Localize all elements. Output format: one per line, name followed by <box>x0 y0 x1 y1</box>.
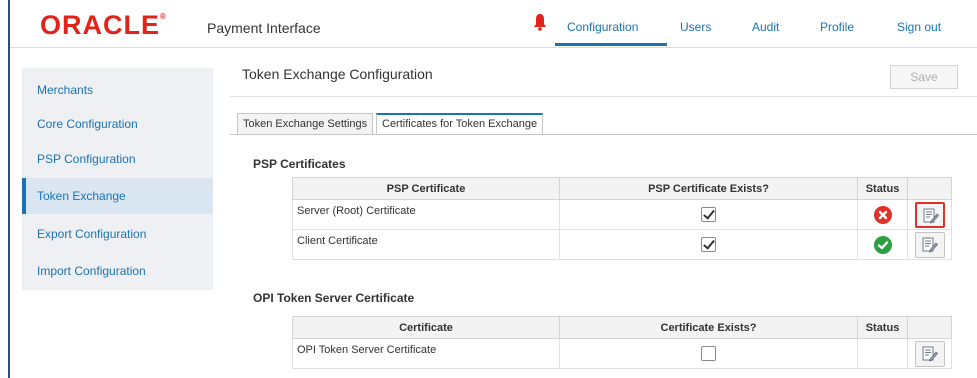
nav-profile[interactable]: Profile <box>820 20 854 34</box>
tab-divider <box>230 134 977 135</box>
opi-certificate-table: Certificate Certificate Exists? Status O… <box>292 316 952 369</box>
certificate-name: OPI Token Server Certificate <box>292 338 560 369</box>
app-name: Payment Interface <box>207 20 321 36</box>
exists-cell <box>559 229 858 260</box>
certificate-name: Client Certificate <box>292 229 560 260</box>
sidebar-item-export-configuration[interactable]: Export Configuration <box>22 216 213 252</box>
column-header-actions <box>907 316 952 339</box>
nav-users[interactable]: Users <box>680 20 711 34</box>
top-header: ORACLE® Payment Interface Configuration … <box>10 0 977 48</box>
opi-certificate-heading: OPI Token Server Certificate <box>253 291 415 305</box>
success-status-icon <box>873 235 892 254</box>
column-header: PSP Certificate <box>292 177 560 200</box>
column-header: Certificate <box>292 316 560 339</box>
nav-audit[interactable]: Audit <box>752 20 779 34</box>
edit-certificate-button[interactable] <box>914 231 945 258</box>
exists-cell <box>559 338 858 369</box>
table-header-row: Certificate Certificate Exists? Status <box>292 316 952 339</box>
save-button[interactable]: Save <box>890 65 958 89</box>
title-divider <box>230 96 977 97</box>
sidebar-item-import-configuration[interactable]: Import Configuration <box>22 253 213 289</box>
nav-configuration[interactable]: Configuration <box>567 20 638 34</box>
error-status-icon <box>873 205 892 224</box>
table-row: Server (Root) Certificate <box>292 199 952 230</box>
action-cell <box>907 199 952 230</box>
sidebar-item-merchants[interactable]: Merchants <box>22 72 213 108</box>
action-cell <box>907 338 952 369</box>
column-header: Status <box>857 316 908 339</box>
exists-cell <box>559 199 858 230</box>
edit-document-icon <box>922 237 938 252</box>
action-cell <box>907 229 952 260</box>
oracle-logo: ORACLE® <box>40 10 167 41</box>
column-header: Status <box>857 177 908 200</box>
active-nav-indicator <box>555 43 667 46</box>
column-header: PSP Certificate Exists? <box>559 177 858 200</box>
edit-document-icon <box>922 346 938 361</box>
brand-wordmark: ORACLE <box>40 10 160 40</box>
table-row: OPI Token Server Certificate <box>292 338 952 369</box>
registered-mark: ® <box>160 12 167 21</box>
sidebar-item-psp-configuration[interactable]: PSP Configuration <box>22 141 213 177</box>
column-header-actions <box>907 177 952 200</box>
certificate-exists-checkbox[interactable] <box>701 346 716 361</box>
certificate-exists-checkbox[interactable] <box>701 207 716 222</box>
table-header-row: PSP Certificate PSP Certificate Exists? … <box>292 177 952 200</box>
psp-certificates-heading: PSP Certificates <box>253 157 346 171</box>
sidebar: Merchants Core Configuration PSP Configu… <box>22 68 213 290</box>
certificate-exists-checkbox[interactable] <box>701 237 716 252</box>
sidebar-item-token-exchange[interactable]: Token Exchange <box>22 178 213 214</box>
window-edge <box>8 0 10 378</box>
tab-certificates-for-token-exchange[interactable]: Certificates for Token Exchange <box>376 113 544 135</box>
certificate-name: Server (Root) Certificate <box>292 199 560 230</box>
sidebar-item-core-configuration[interactable]: Core Configuration <box>22 106 213 142</box>
psp-certificates-table: PSP Certificate PSP Certificate Exists? … <box>292 177 952 260</box>
edit-document-icon <box>923 208 939 223</box>
edit-certificate-button[interactable] <box>914 340 945 367</box>
bell-icon[interactable] <box>533 13 547 31</box>
nav-sign-out[interactable]: Sign out <box>897 20 941 34</box>
edit-certificate-button[interactable] <box>914 201 945 228</box>
tab-token-exchange-settings[interactable]: Token Exchange Settings <box>237 113 374 135</box>
column-header: Certificate Exists? <box>559 316 858 339</box>
page-title: Token Exchange Configuration <box>242 66 433 82</box>
status-cell <box>857 338 908 369</box>
status-cell <box>857 199 908 230</box>
status-cell <box>857 229 908 260</box>
table-row: Client Certificate <box>292 229 952 260</box>
